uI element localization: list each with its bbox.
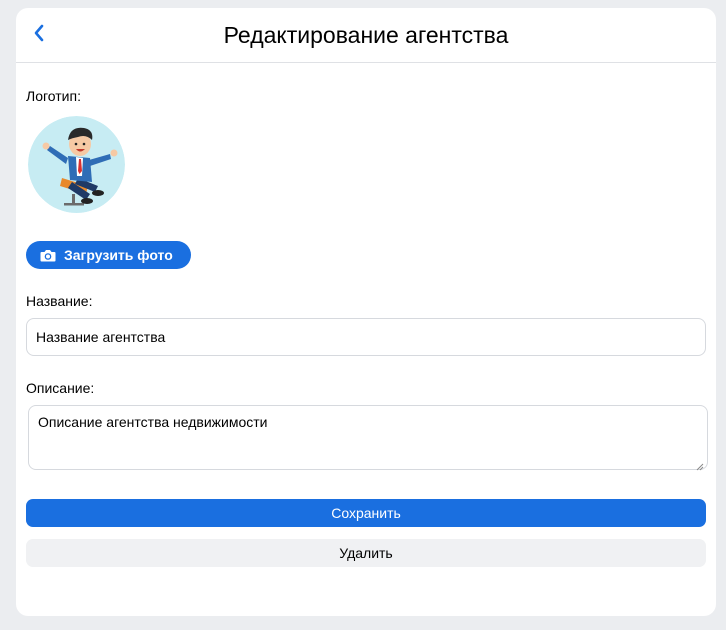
logo-label: Логотип: xyxy=(26,88,81,104)
agency-description-textarea[interactable]: Описание агентства недвижимости xyxy=(28,405,708,471)
description-label: Описание: xyxy=(26,380,95,396)
camera-icon xyxy=(40,249,56,262)
page-title: Редактирование агентства xyxy=(223,22,509,48)
agency-logo xyxy=(28,116,125,213)
edit-agency-card: Редактирование агентства Логотип: Загруз… xyxy=(16,8,716,616)
name-label: Название: xyxy=(26,293,93,309)
header: Редактирование агентства xyxy=(16,8,716,63)
description-text: Описание агентства недвижимости xyxy=(38,414,268,430)
upload-photo-button[interactable]: Загрузить фото xyxy=(26,241,191,269)
resize-handle-icon[interactable] xyxy=(696,458,704,471)
upload-photo-label: Загрузить фото xyxy=(64,247,173,263)
save-button[interactable]: Сохранить xyxy=(26,499,706,527)
agency-name-input[interactable]: Название агентства xyxy=(26,318,706,356)
delete-button[interactable]: Удалить xyxy=(26,539,706,567)
